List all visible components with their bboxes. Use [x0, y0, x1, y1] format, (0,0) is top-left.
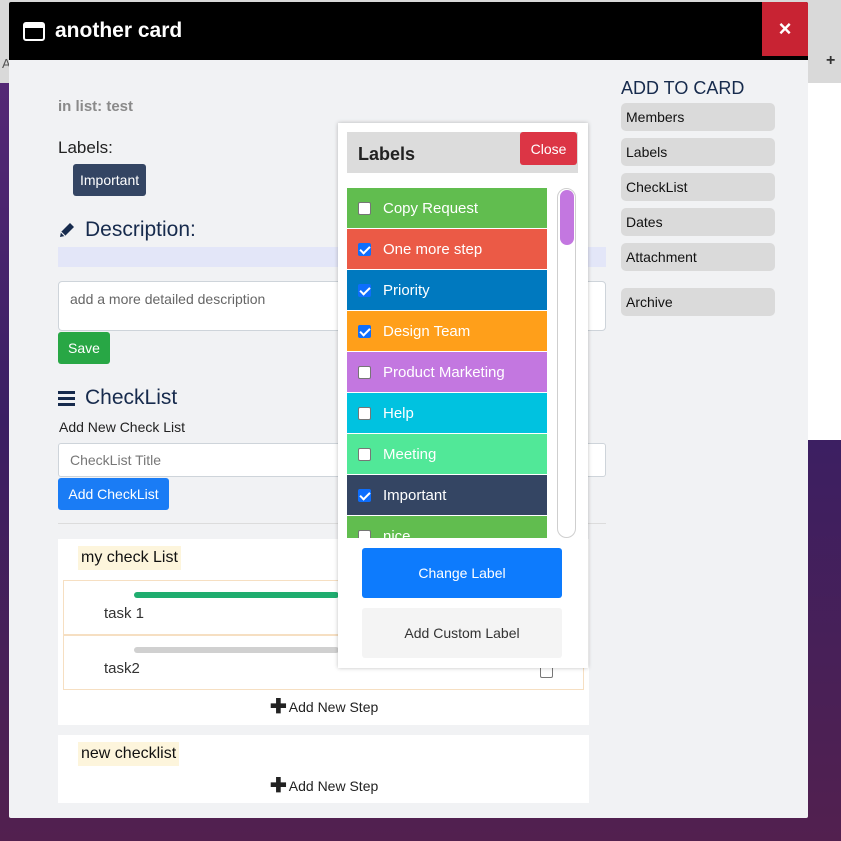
label-option[interactable]: Important	[347, 475, 547, 515]
label-list: Copy Request One more step Priority Design …	[347, 188, 547, 538]
save-button[interactable]: Save	[58, 332, 110, 364]
label-chip-important[interactable]: Important	[73, 164, 147, 196]
label-checkbox[interactable]	[358, 242, 371, 256]
task-name: task 1	[104, 605, 145, 622]
add-new-step-button[interactable]: ✚ Add New Step	[270, 696, 379, 718]
label-name: Copy Request	[383, 199, 479, 217]
background-panel	[808, 83, 841, 440]
label-checkbox[interactable]	[358, 406, 371, 420]
label-option[interactable]: Meeting	[347, 434, 547, 474]
change-label-button[interactable]: Change Label	[362, 548, 562, 598]
labels-popup-header: Labels Close	[347, 132, 578, 173]
label-name: Product Marketing	[383, 363, 505, 381]
label-name: Design Team	[383, 322, 471, 340]
description-heading: Description:	[58, 218, 196, 242]
label-name: nice	[383, 527, 411, 539]
add-custom-label-button[interactable]: Add Custom Label	[362, 608, 562, 658]
task-name: task2	[104, 660, 140, 677]
label-checkbox[interactable]	[358, 283, 371, 297]
label-checkbox[interactable]	[358, 324, 371, 338]
checklist-heading-label: CheckList	[85, 386, 178, 409]
label-option[interactable]: Product Marketing	[347, 352, 547, 392]
add-step-label: Add New Step	[288, 778, 379, 794]
label-checkbox[interactable]	[358, 488, 371, 502]
pencil-icon	[60, 223, 74, 237]
close-button[interactable]: Close	[520, 132, 577, 165]
add-new-checklist-label: Add New Check List	[59, 419, 186, 435]
card-icon	[23, 22, 45, 41]
checklist-heading: CheckList	[58, 386, 177, 410]
archive-button[interactable]: Archive	[621, 288, 775, 316]
label-checkbox[interactable]	[358, 201, 371, 215]
checklist-button[interactable]: CheckList	[621, 173, 775, 201]
labels-popup-title: Labels	[358, 144, 416, 164]
labels-popup: Labels Close Copy Request One more step Pr…	[338, 123, 588, 668]
label-name: Meeting	[383, 445, 437, 463]
in-list-text: in list: test	[58, 98, 134, 115]
modal-title: another card	[55, 19, 183, 42]
label-name: Help	[383, 404, 414, 422]
task-progress-bar	[134, 647, 339, 653]
dates-button[interactable]: Dates	[621, 208, 775, 236]
label-name: One more step	[383, 240, 483, 258]
add-new-step-button[interactable]: ✚ Add New Step	[270, 775, 379, 797]
label-option[interactable]: Design Team	[347, 311, 547, 351]
background-add-icon[interactable]: +	[826, 52, 835, 70]
modal-header: another card ×	[9, 2, 808, 60]
label-option[interactable]: Priority	[347, 270, 547, 310]
label-option[interactable]: Help	[347, 393, 547, 433]
labels-heading: Labels:	[58, 138, 113, 157]
checklist-title: new checklist	[78, 742, 180, 766]
list-icon	[58, 390, 75, 406]
label-name: Important	[383, 486, 447, 504]
add-checklist-button[interactable]: Add CheckList	[58, 478, 169, 510]
plus-icon: ✚	[270, 696, 287, 718]
add-to-card-heading: ADD TO CARD	[621, 78, 745, 98]
labels-button[interactable]: Labels	[621, 138, 775, 166]
scrollbar-thumb[interactable]	[560, 190, 574, 245]
checklist-title: my check List	[78, 546, 181, 570]
scrollbar[interactable]	[557, 188, 576, 538]
description-heading-label: Description:	[85, 218, 196, 241]
label-option[interactable]: Copy Request	[347, 188, 547, 228]
members-button[interactable]: Members	[621, 103, 775, 131]
label-option[interactable]: One more step	[347, 229, 547, 269]
task-progress-bar	[134, 592, 339, 598]
label-name: Priority	[383, 281, 430, 299]
label-option[interactable]: nice	[347, 516, 547, 538]
close-modal-button[interactable]: ×	[762, 2, 808, 56]
add-step-label: Add New Step	[288, 699, 379, 715]
attachment-button[interactable]: Attachment	[621, 243, 775, 271]
label-checkbox[interactable]	[358, 529, 371, 538]
label-checkbox[interactable]	[358, 365, 371, 379]
label-checkbox[interactable]	[358, 447, 371, 461]
plus-icon: ✚	[270, 775, 287, 797]
